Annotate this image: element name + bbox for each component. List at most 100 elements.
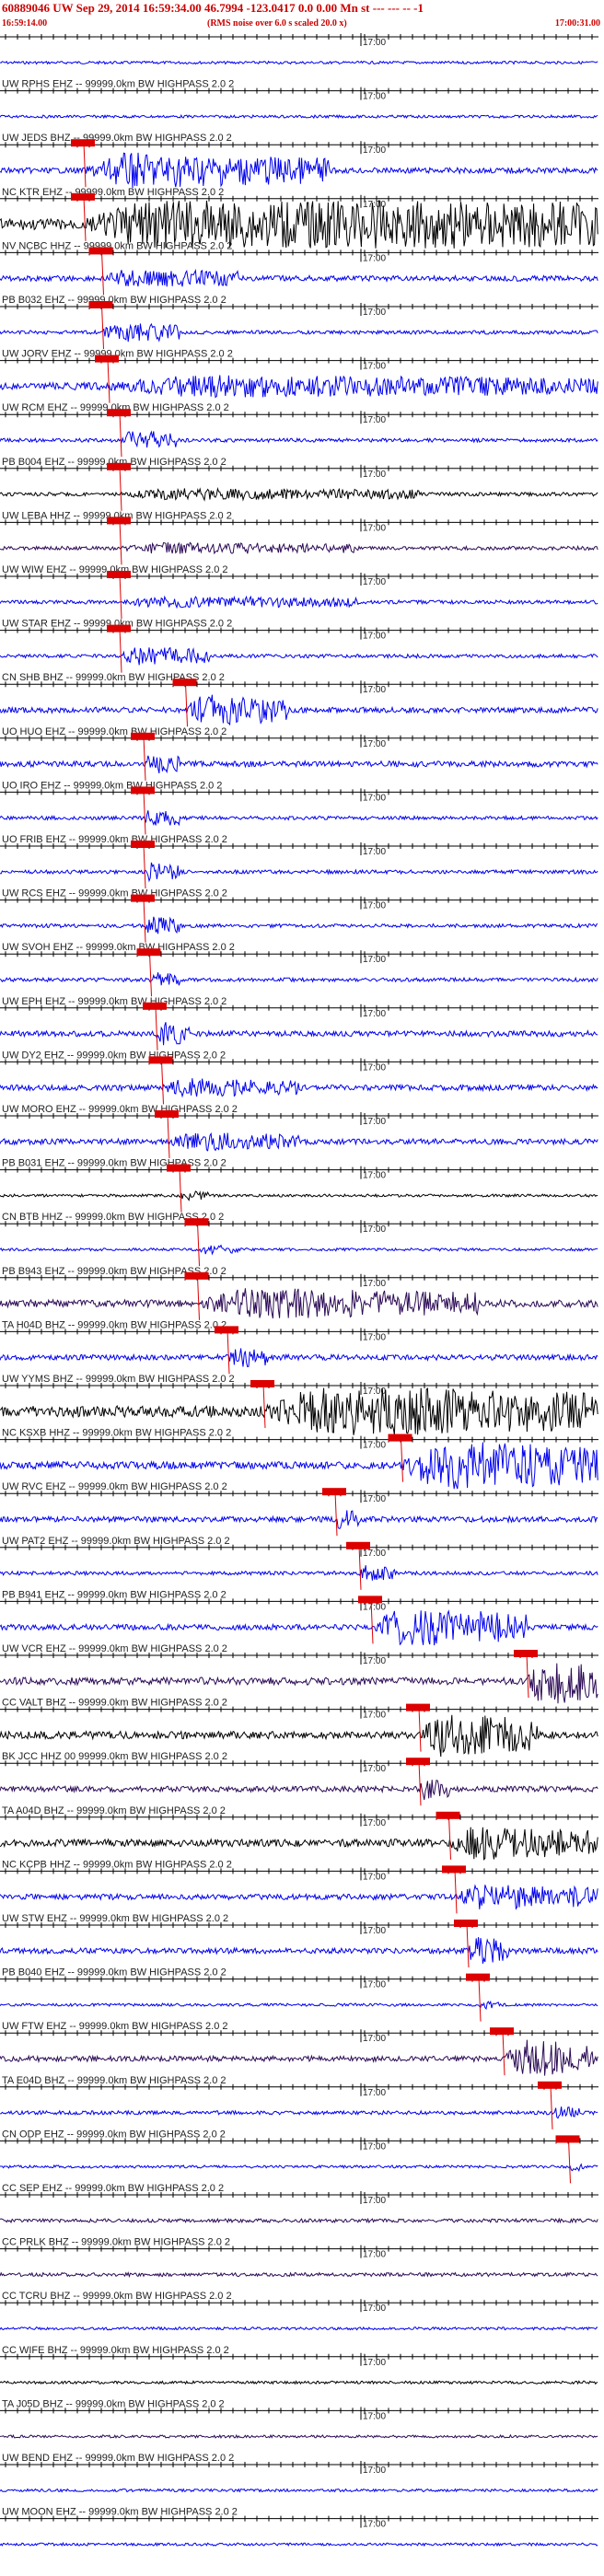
pick-line (466, 1922, 470, 1968)
pick-marker (514, 1650, 538, 1657)
waveform (0, 755, 598, 774)
pick-line (83, 196, 87, 241)
station-label: TA H04D BHZ -- 99999.0km BW HIGHPASS 2.0… (2, 1319, 226, 1330)
minute-label: 17:00 (363, 2196, 386, 2206)
pick-line (448, 1815, 451, 1860)
minute-label: 17:00 (363, 1494, 386, 1504)
trace-row: 17:00 BK JCC HHZ 00 99999.0km BW HIGHPASS… (0, 1751, 598, 1806)
waveform (0, 2541, 598, 2547)
pick-marker (406, 1703, 430, 1712)
minute-label: 17:00 (363, 200, 386, 210)
minute-label: 17:00 (363, 1926, 386, 1936)
pick-marker (71, 192, 95, 201)
waveform (0, 2380, 598, 2385)
station-label: TA E04D BHZ -- 99999.0km BW HIGHPASS 2.0… (2, 2075, 226, 2086)
minute-label: 17:00 (363, 1224, 386, 1235)
waveform (0, 2039, 598, 2076)
waveform (0, 2271, 598, 2279)
waveform (0, 1078, 598, 1098)
minute-label: 17:00 (363, 1062, 386, 1073)
minute-label: 17:00 (363, 632, 386, 642)
minute-label: 17:00 (363, 2141, 386, 2152)
pick-line (119, 466, 122, 511)
station-label: CC WIFE BHZ -- 99999.0km BW HIGHPASS 2.0… (2, 2345, 229, 2356)
waveform (0, 2326, 598, 2331)
trace-row: 17:00 UO IRO EHZ -- 99999.0km BW HIGHPASS… (0, 780, 598, 835)
pick-marker (131, 894, 155, 902)
waveform (0, 1244, 598, 1256)
trace-row: 17:00 TA J05D BHZ -- 99999.0km BW HIGHPAS… (0, 2398, 598, 2440)
pick-marker (184, 1218, 209, 1226)
waveform (0, 1022, 598, 1046)
pick-line (197, 1275, 200, 1320)
pick-marker (454, 1920, 478, 1927)
pick-marker (131, 786, 155, 795)
station-label: UW RCS EHZ -- 99999.0km BW HIGHPASS 2.0 … (2, 888, 227, 899)
minute-label: 17:00 (363, 577, 386, 587)
minute-label: 17:00 (363, 1117, 386, 1127)
trace-row: 17:00UW JORV EHZ -- 99999.0km BW HIGHPAS… (0, 349, 598, 403)
pick-line (454, 1869, 458, 1914)
pick-line (502, 2031, 505, 2076)
station-label: UW MORO EHZ -- 99999.0km BW HIGHPASS 2.0… (2, 1104, 238, 1115)
pick-marker (107, 462, 131, 470)
waveform (0, 1565, 598, 1581)
station-label: NC KCPB HHZ -- 99999.0km BW HIGHPASS 2.0… (2, 1859, 232, 1870)
trace-row: 17:00 UW PAT2 EHZ -- 99999.0km BW HIGHPAS… (0, 1536, 598, 1590)
pick-marker (136, 948, 161, 957)
station-label: PB B941 EHZ -- 99999.0km BW HIGHPASS 2.0… (2, 1589, 226, 1600)
pick-marker (184, 1271, 209, 1280)
trace-row: 17:00 UW RPHS EHZ -- 99999.0km BW HIGHPAS… (0, 79, 598, 120)
pick-line (143, 736, 146, 781)
pick-line (334, 1491, 338, 1537)
station-label: PB B040 EHZ -- 99999.0km BW HIGHPASS 2.0… (2, 1967, 226, 1978)
trace-row: 17:00 CC SEP EHZ -- 99999.0km BW HIGHPASS… (0, 2183, 598, 2224)
station-label: NC KSXB HHZ -- 99999.0km BW HIGHPASS 2.0… (2, 1428, 231, 1439)
trace-row: 17:00PB B004 EHZ -- 99999.0km BW HIGHPAS… (0, 457, 598, 511)
station-label: UW BEND EHZ -- 99999.0km BW HIGHPASS 2.0… (2, 2453, 234, 2464)
minute-label: 17:00 (363, 1332, 386, 1342)
waveform (0, 541, 598, 555)
waveform (0, 1131, 598, 1152)
pick-line (161, 1060, 164, 1105)
pick-line (149, 952, 152, 997)
waveform (0, 60, 598, 65)
pick-marker (148, 1056, 173, 1064)
trace-row: 17:00UW YYMS BHZ -- 99999.0km BW HIGHPAS… (0, 1374, 598, 1435)
minute-label: 17:00 (363, 2034, 386, 2044)
station-label: NV NCBC HHZ -- 99999.0km BW HIGHPASS 2.0… (2, 240, 232, 251)
pick-line (401, 1437, 403, 1482)
pick-marker (358, 1595, 382, 1604)
pick-marker (490, 2027, 514, 2036)
pick-line (143, 790, 146, 835)
minute-label: 17:00 (363, 2303, 386, 2314)
waveform (0, 114, 598, 120)
minute-label: 17:00 (363, 685, 386, 695)
trace-row: 17:00 (0, 33, 598, 65)
pick-line (155, 1005, 158, 1050)
trace-row: 17:00 TA H04D BHZ -- 99999.0km BW HIGHPAS… (0, 1319, 598, 1375)
station-label: CC SEP EHZ -- 99999.0km BW HIGHPASS 2.0 … (2, 2183, 224, 2194)
trace-row: 17:00 UW VCR EHZ -- 99999.0km BW HIGHPASS… (0, 1643, 598, 1704)
station-label: TA J05D BHZ -- 99999.0km BW HIGHPASS 2.0… (2, 2398, 225, 2409)
station-label: CC VALT BHZ -- 99999.0km BW HIGHPASS 2.0… (2, 1698, 227, 1709)
pick-marker (143, 1002, 167, 1010)
minute-label: 17:00 (363, 523, 386, 533)
trace-row: 17:00 TA E04D BHZ -- 99999.0km BW HIGHPAS… (0, 2075, 598, 2129)
waveform (0, 2217, 598, 2224)
seismogram-plot: 17:00 17:00 UW RPHS EHZ -- 99999.0km BW HI… (0, 33, 598, 2547)
pick-line (418, 1707, 422, 1752)
waveform (0, 1884, 598, 1910)
trace-row: 17:00UW WIW EHZ -- 99999.0km BW HIGHPASS… (0, 564, 598, 620)
trace-row: 17:00PB B943 EHZ -- 99999.0km BW HIGHPAS… (0, 1266, 598, 1320)
pick-line (143, 898, 146, 943)
station-label: UW STW EHZ -- 99999.0km BW HIGHPASS 2.0 … (2, 1913, 228, 1924)
trace-row: 17:00 CC PRLK BHZ -- 99999.0km BW HIGHPAS… (0, 2237, 598, 2279)
trace-row: 17:00 UW FTW EHZ -- 99999.0km BW HIGHPASS… (0, 2021, 598, 2076)
pick-marker (406, 1758, 430, 1766)
waveform (0, 1937, 598, 1964)
pick-line (478, 1977, 482, 2022)
minute-label: 17:00 (363, 92, 386, 102)
waveform (0, 1348, 598, 1368)
pick-line (262, 1383, 266, 1429)
